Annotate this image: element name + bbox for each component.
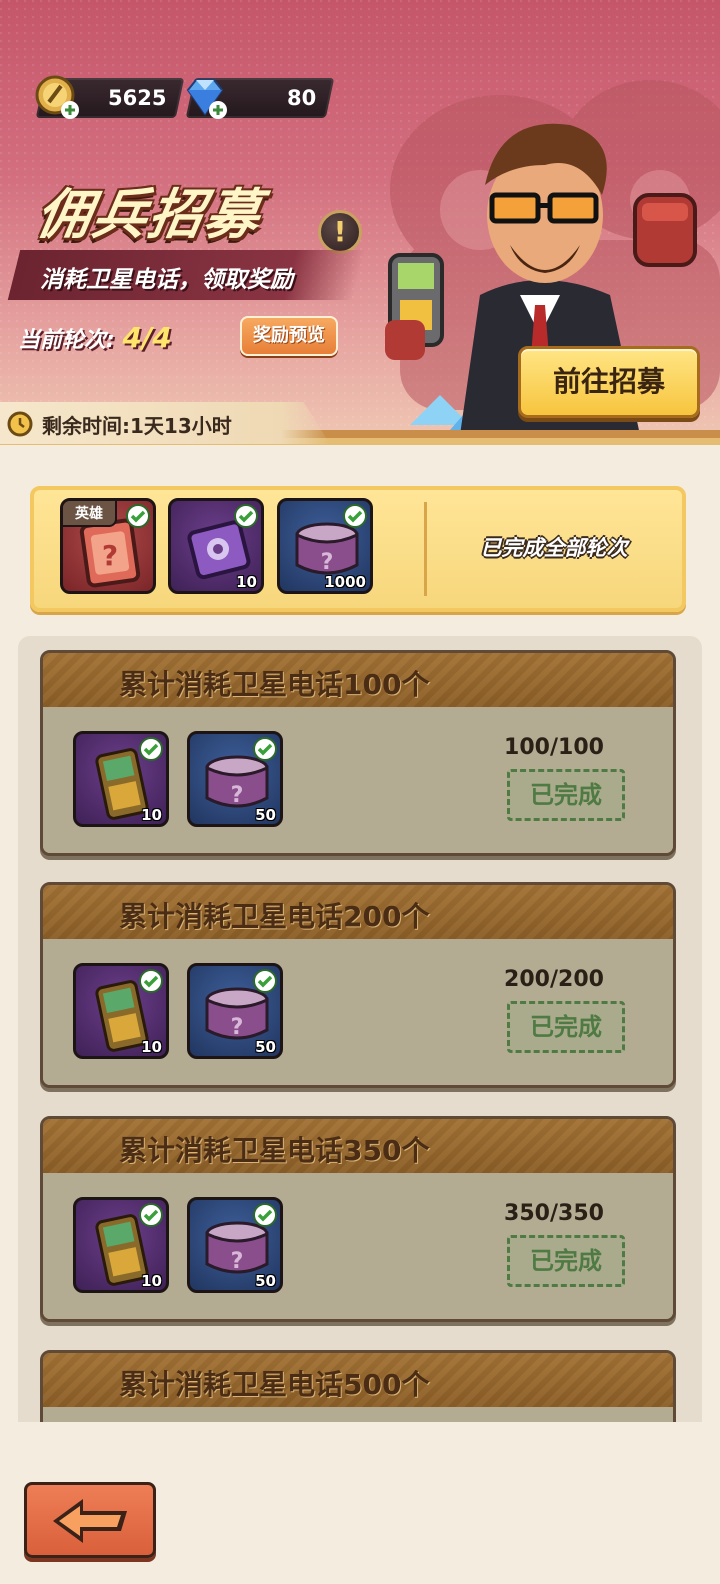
gold-coin-plus-icon[interactable] xyxy=(32,72,82,122)
reward-satellite-phone[interactable]: 10 xyxy=(73,731,169,827)
item-quantity: 10 xyxy=(141,1272,162,1290)
svg-text:?: ? xyxy=(231,783,244,808)
svg-text:?: ? xyxy=(321,550,334,575)
back-button[interactable] xyxy=(24,1482,156,1558)
task-header: 累计消耗卫星电话500个 xyxy=(43,1353,673,1407)
check-icon xyxy=(253,969,277,993)
check-icon xyxy=(139,1203,163,1227)
event-banner: 5625 80 佣兵招募 ! 消耗卫星电话，领取奖励 当前轮次: 4/4 奖励预… xyxy=(0,0,720,445)
completed-stamp: 已完成 xyxy=(507,769,625,821)
summary-divider xyxy=(424,502,427,596)
item-quantity: 50 xyxy=(255,1272,276,1290)
clock-icon xyxy=(7,411,33,437)
exclamation-icon[interactable]: ! xyxy=(318,210,362,254)
current-round: 当前轮次: 4/4 xyxy=(18,321,172,354)
check-icon xyxy=(234,504,258,528)
task-card: 累计消耗卫星电话100个 10 ? 50 100/100 已完成 xyxy=(40,650,676,856)
summary-reward-purple-chip[interactable]: 10 xyxy=(168,498,264,594)
task-card: 累计消耗卫星电话350个 10 ? 50 350/350 已完成 xyxy=(40,1116,676,1322)
task-header: 累计消耗卫星电话350个 xyxy=(43,1119,673,1173)
task-title: 累计消耗卫星电话350个 xyxy=(119,1134,430,1167)
task-header: 累计消耗卫星电话200个 xyxy=(43,885,673,939)
item-quantity: 50 xyxy=(255,1038,276,1056)
task-list[interactable]: 累计消耗卫星电话100个 10 ? 50 100/100 已完成 累计消耗卫星电… xyxy=(18,636,702,1422)
item-quantity: 10 xyxy=(141,1038,162,1056)
round-value: 4/4 xyxy=(122,321,172,354)
reward-mystery-can[interactable]: ? 50 xyxy=(187,963,283,1059)
reward-mystery-can[interactable]: ? 50 xyxy=(187,731,283,827)
check-icon xyxy=(253,737,277,761)
event-title: 佣兵招募 xyxy=(31,183,267,246)
item-quantity: 1000 xyxy=(324,573,366,591)
task-progress: 350/350 xyxy=(504,1201,604,1226)
check-icon xyxy=(139,969,163,993)
item-quantity: 50 xyxy=(255,806,276,824)
completed-stamp: 已完成 xyxy=(507,1001,625,1053)
task-title: 累计消耗卫星电话100个 xyxy=(119,668,430,701)
gold-amount: 5625 xyxy=(107,86,166,110)
task-card: 累计消耗卫星电话500个 xyxy=(40,1350,676,1422)
svg-text:?: ? xyxy=(231,1015,244,1040)
summary-reward-mystery-can[interactable]: ? 1000 xyxy=(277,498,373,594)
task-progress: 200/200 xyxy=(504,967,604,992)
event-subtitle: 消耗卫星电话，领取奖励 xyxy=(40,267,293,293)
task-title: 累计消耗卫星电话200个 xyxy=(119,900,430,933)
diamond-plus-icon[interactable] xyxy=(180,72,230,122)
item-quantity: 10 xyxy=(236,573,257,591)
back-arrow-icon xyxy=(53,1499,127,1543)
task-card: 累计消耗卫星电话200个 10 ? 50 200/200 已完成 xyxy=(40,882,676,1088)
svg-text:?: ? xyxy=(231,1249,244,1274)
check-icon xyxy=(126,504,150,528)
gem-amount: 80 xyxy=(286,86,316,110)
hero-tag: 英雄 xyxy=(63,501,117,527)
check-icon xyxy=(139,737,163,761)
check-icon xyxy=(253,1203,277,1227)
task-header: 累计消耗卫星电话100个 xyxy=(43,653,673,707)
task-title: 累计消耗卫星电话500个 xyxy=(119,1368,430,1401)
all-rounds-complete-text: 已完成全部轮次 xyxy=(480,536,628,560)
task-body xyxy=(43,1407,673,1422)
event-title-wrap: 佣兵招募 xyxy=(32,170,267,249)
completed-stamp: 已完成 xyxy=(507,1235,625,1287)
reward-satellite-phone[interactable]: 10 xyxy=(73,1197,169,1293)
reward-mystery-can[interactable]: ? 50 xyxy=(187,1197,283,1293)
remaining-time-text: 剩余时间:1天13小时 xyxy=(42,414,232,438)
item-quantity: 10 xyxy=(141,806,162,824)
svg-text:?: ? xyxy=(102,539,118,572)
check-icon xyxy=(343,504,367,528)
task-progress: 100/100 xyxy=(504,735,604,760)
reward-satellite-phone[interactable]: 10 xyxy=(73,963,169,1059)
summary-reward-hero-card[interactable]: 英雄 ? xyxy=(60,498,156,594)
reward-preview-button[interactable]: 奖励预览 xyxy=(240,316,338,356)
round-label: 当前轮次: xyxy=(18,328,115,353)
go-recruit-button[interactable]: 前往招募 xyxy=(518,346,700,418)
